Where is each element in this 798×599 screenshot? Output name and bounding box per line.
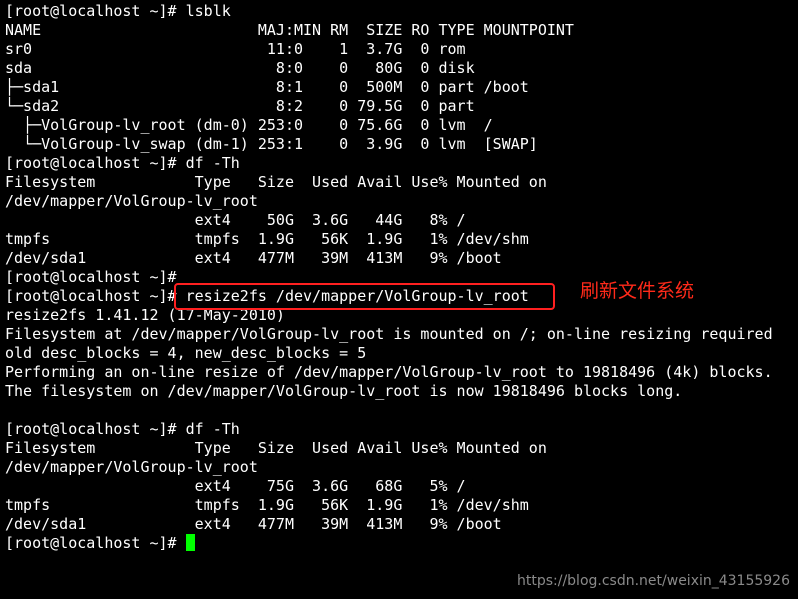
terminal-line: ext4 50G 3.6G 44G 8% / — [5, 211, 466, 229]
terminal-line: /dev/sda1 ext4 477M 39M 413M 9% /boot — [5, 249, 502, 267]
terminal-line: /dev/sda1 ext4 477M 39M 413M 9% /boot — [5, 515, 502, 533]
terminal-window[interactable]: [root@localhost ~]# lsblk NAME MAJ:MIN R… — [0, 0, 798, 599]
terminal-line: /dev/mapper/VolGroup-lv_root — [5, 192, 258, 210]
terminal-line: [root@localhost ~]# lsblk — [5, 2, 231, 20]
terminal-line: tmpfs tmpfs 1.9G 56K 1.9G 1% /dev/shm — [5, 496, 529, 514]
terminal-cursor — [185, 534, 195, 551]
terminal-line: /dev/mapper/VolGroup-lv_root — [5, 458, 258, 476]
terminal-line: sda 8:0 0 80G 0 disk — [5, 59, 475, 77]
watermark: https://blog.csdn.net/weixin_43155926 — [516, 573, 790, 589]
terminal-line: Filesystem Type Size Used Avail Use% Mou… — [5, 439, 547, 457]
terminal-prompt-line[interactable]: [root@localhost ~]# — [5, 534, 773, 553]
terminal-line: resize2fs 1.41.12 (17-May-2010) — [5, 306, 285, 324]
terminal-line: tmpfs tmpfs 1.9G 56K 1.9G 1% /dev/shm — [5, 230, 529, 248]
terminal-line: [root@localhost ~]# df -Th — [5, 420, 240, 438]
annotation-label: 刷新文件系统 — [580, 280, 695, 302]
terminal-line: ├─sda1 8:1 0 500M 0 part /boot — [5, 78, 529, 96]
terminal-line: Filesystem Type Size Used Avail Use% Mou… — [5, 173, 547, 191]
terminal-line: The filesystem on /dev/mapper/VolGroup-l… — [5, 382, 683, 400]
terminal-line: NAME MAJ:MIN RM SIZE RO TYPE MOUNTPOINT — [5, 21, 574, 39]
terminal-line: Performing an on-line resize of /dev/map… — [5, 363, 773, 381]
terminal-line: old desc_blocks = 4, new_desc_blocks = 5 — [5, 344, 367, 362]
terminal-prompt: [root@localhost ~]# — [5, 534, 186, 552]
terminal-line: [root@localhost ~]# df -Th — [5, 154, 240, 172]
terminal-line: └─VolGroup-lv_swap (dm-1) 253:1 0 3.9G 0… — [5, 135, 538, 153]
terminal-line: ├─VolGroup-lv_root (dm-0) 253:0 0 75.6G … — [5, 116, 493, 134]
terminal-line: ext4 75G 3.6G 68G 5% / — [5, 477, 466, 495]
terminal-line: Filesystem at /dev/mapper/VolGroup-lv_ro… — [5, 325, 773, 343]
terminal-line: └─sda2 8:2 0 79.5G 0 part — [5, 97, 475, 115]
terminal-line: sr0 11:0 1 3.7G 0 rom — [5, 40, 466, 58]
